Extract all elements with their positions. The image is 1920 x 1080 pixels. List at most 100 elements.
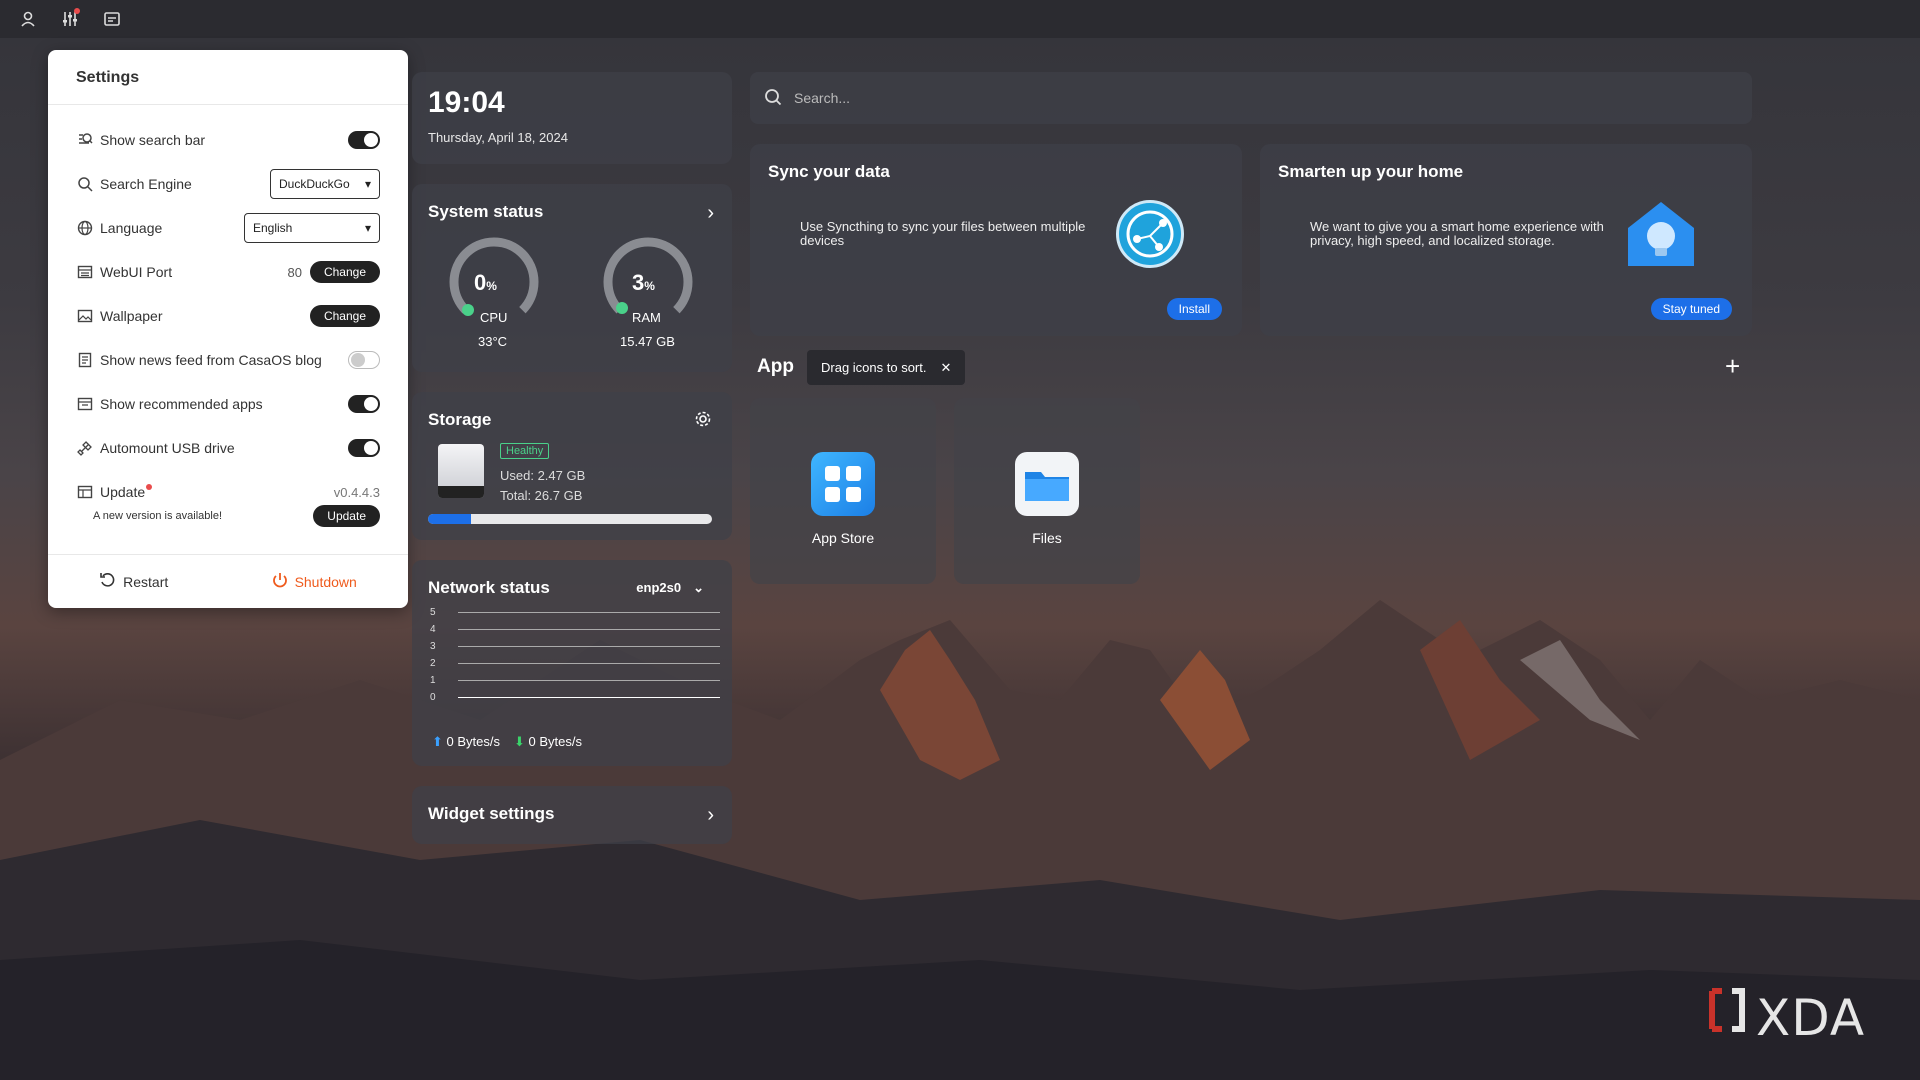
news-icon bbox=[76, 351, 94, 369]
network-y-tick: 5 bbox=[430, 607, 436, 618]
update-version: v0.4.4.3 bbox=[333, 484, 380, 500]
promo-title: Sync your data bbox=[768, 162, 890, 181]
chevron-down-icon: ⌄ bbox=[693, 580, 704, 595]
stay-tuned-button[interactable]: Stay tuned bbox=[1650, 298, 1732, 320]
promo-card-smarthome: Smarten up your home We want to give you… bbox=[1260, 144, 1752, 336]
app-store-icon bbox=[811, 452, 875, 516]
wallpaper-label: Wallpaper bbox=[100, 308, 163, 324]
cpu-gauge-fill bbox=[462, 304, 474, 316]
network-gridline bbox=[458, 629, 720, 630]
storage-total: Total: 26.7 GB bbox=[500, 488, 583, 503]
settings-panel: Settings Show search bar Search Engine D… bbox=[48, 50, 408, 608]
recommended-apps-toggle[interactable] bbox=[348, 395, 380, 413]
close-icon[interactable]: ✕ bbox=[941, 360, 952, 376]
storage-used: Used: 2.47 GB bbox=[500, 468, 586, 483]
clock-date: Thursday, April 18, 2024 bbox=[428, 130, 568, 145]
language-label: Language bbox=[100, 220, 163, 236]
chevron-down-icon: ▾ bbox=[364, 177, 371, 191]
widget-settings-button[interactable]: Widget settings › bbox=[412, 786, 732, 844]
drive-icon bbox=[438, 444, 484, 498]
search-bar[interactable]: Search... bbox=[750, 72, 1752, 124]
restart-button[interactable]: Restart bbox=[99, 571, 168, 592]
shutdown-button[interactable]: Shutdown bbox=[271, 571, 357, 592]
ram-size: 15.47 GB bbox=[620, 334, 675, 349]
power-icon bbox=[271, 571, 289, 592]
interface-name: enp2s0 bbox=[636, 580, 682, 595]
promo-desc: Use Syncthing to sync your files between… bbox=[800, 219, 1086, 248]
app-tile-app-store[interactable]: App Store bbox=[750, 398, 936, 584]
storage-bar-fill bbox=[428, 514, 471, 524]
storage-title: Storage bbox=[428, 410, 492, 429]
gear-icon[interactable] bbox=[694, 410, 712, 433]
ram-value: 3% bbox=[632, 270, 655, 295]
automount-toggle[interactable] bbox=[348, 439, 380, 457]
update-row: Update v0.4.4.3 bbox=[76, 476, 380, 508]
news-feed-toggle[interactable] bbox=[348, 351, 380, 369]
smart-home-icon bbox=[1626, 200, 1696, 268]
search-engine-value: DuckDuckGo bbox=[279, 177, 350, 191]
network-y-tick: 1 bbox=[430, 675, 436, 686]
widget-settings-title: Widget settings bbox=[428, 804, 555, 823]
network-y-tick: 4 bbox=[430, 624, 436, 635]
network-title: Network status bbox=[428, 578, 550, 597]
app-section-title: App bbox=[757, 356, 794, 377]
restart-label: Restart bbox=[123, 573, 169, 590]
widget-icon[interactable] bbox=[98, 5, 126, 33]
upload-rate: ⬆ 0 Bytes/s bbox=[432, 734, 500, 749]
clock-widget: 19:04 Thursday, April 18, 2024 bbox=[412, 72, 732, 164]
user-icon[interactable] bbox=[14, 5, 42, 33]
search-input[interactable]: Search... bbox=[794, 90, 850, 106]
files-icon bbox=[1015, 452, 1079, 516]
xda-logo-text: XDA bbox=[1756, 989, 1866, 1047]
search-engine-row: Search Engine DuckDuckGo ▾ bbox=[76, 168, 380, 200]
show-search-bar-toggle[interactable] bbox=[348, 131, 380, 149]
arrow-up-icon: ⬆ bbox=[432, 734, 443, 749]
sliders-icon[interactable] bbox=[56, 5, 84, 33]
notification-dot bbox=[74, 8, 80, 14]
usb-icon bbox=[76, 439, 94, 457]
cpu-value: 0% bbox=[474, 270, 497, 295]
language-select[interactable]: English ▾ bbox=[244, 213, 380, 243]
port-icon bbox=[76, 263, 94, 281]
promo-desc: We want to give you a smart home experie… bbox=[1310, 219, 1604, 248]
webui-port-value: 80 bbox=[287, 264, 302, 280]
tooltip-text: Drag icons to sort. bbox=[821, 360, 927, 375]
show-search-bar-row: Show search bar bbox=[76, 124, 380, 156]
system-status-widget: System status › 0% CPU 33°C 3% RAM 15.47… bbox=[412, 184, 732, 372]
language-row: Language English ▾ bbox=[76, 212, 380, 244]
network-y-tick: 2 bbox=[430, 658, 436, 669]
chevron-right-icon: › bbox=[707, 804, 714, 826]
interface-select[interactable]: enp2s0 ⌄ bbox=[636, 580, 704, 596]
xda-logo-icon bbox=[1706, 985, 1748, 1051]
recommended-apps-row: Show recommended apps bbox=[76, 388, 380, 420]
update-dot bbox=[146, 484, 153, 490]
ram-gauge-fill bbox=[616, 302, 628, 314]
arrow-down-icon: ⬇ bbox=[514, 734, 525, 749]
webui-port-label: WebUI Port bbox=[100, 264, 173, 280]
change-wallpaper-button[interactable]: Change bbox=[309, 305, 380, 327]
network-rates: ⬆ 0 Bytes/s ⬇ 0 Bytes/s bbox=[432, 734, 582, 750]
network-gridline bbox=[458, 663, 720, 664]
apps-icon bbox=[76, 395, 94, 413]
show-search-bar-label: Show search bar bbox=[100, 132, 206, 148]
update-icon bbox=[76, 483, 94, 501]
network-gridline bbox=[458, 646, 720, 647]
top-bar bbox=[0, 0, 1920, 38]
update-note: A new version is available! bbox=[93, 510, 223, 522]
app-name: App Store bbox=[811, 530, 875, 546]
shutdown-label: Shutdown bbox=[294, 573, 357, 590]
install-button[interactable]: Install bbox=[1166, 298, 1222, 320]
news-feed-row: Show news feed from CasaOS blog bbox=[76, 344, 380, 376]
network-widget: Network status enp2s0 ⌄ 5 4 3 2 1 0 ⬆ 0 Bytes… bbox=[412, 560, 732, 766]
cpu-label: CPU bbox=[480, 310, 508, 325]
add-app-button[interactable]: + bbox=[1725, 353, 1740, 379]
change-port-button[interactable]: Change bbox=[309, 261, 380, 283]
download-rate: ⬇ 0 Bytes/s bbox=[514, 734, 582, 749]
power-footer: Restart Shutdown bbox=[48, 554, 408, 608]
update-button[interactable]: Update bbox=[313, 505, 380, 527]
app-tile-files[interactable]: Files bbox=[954, 398, 1140, 584]
search-icon bbox=[764, 88, 782, 109]
search-engine-select[interactable]: DuckDuckGo ▾ bbox=[270, 169, 380, 199]
storage-widget: Storage Healthy Used: 2.47 GB Total: 26.… bbox=[412, 392, 732, 540]
network-gridline bbox=[458, 680, 720, 681]
